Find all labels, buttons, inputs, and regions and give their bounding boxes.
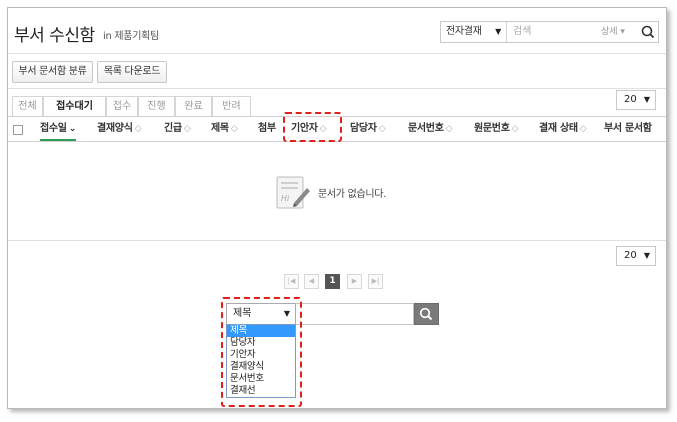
empty-message: 문서가 없습니다. [318,189,387,200]
search-icon [641,25,655,39]
page-size-value: 20 [624,250,637,261]
col-doc-number[interactable]: 문서번호 ◇ [408,117,453,141]
search-icon [419,307,433,321]
caret-down-icon: ▼ [643,95,650,104]
last-page-button[interactable]: ▶| [368,274,383,289]
tab-completed[interactable]: 완료 [175,96,212,116]
svg-text:Hi: Hi [281,194,290,203]
last-page-icon: ▶| [371,277,380,285]
page-size-select-bottom[interactable]: 20 ▼ [616,246,656,266]
tab-waiting[interactable]: 접수대기 [43,96,106,117]
sort-icon: ◇ [579,124,587,134]
highlight-drafter-column [283,112,342,142]
search-button[interactable] [638,22,658,42]
col-title[interactable]: 제목 ◇ [211,117,238,141]
top-search-box: 전자결재 ▼ 검색 상세 ▾ [440,21,659,43]
col-form[interactable]: 결재양식 ◇ [97,117,142,141]
sort-icon: ◇ [134,124,142,134]
next-page-button[interactable]: ▶ [347,274,362,289]
col-attachment: 첨부 [258,123,276,134]
bottom-search-button[interactable] [414,303,439,325]
select-all-checkbox[interactable] [13,125,23,135]
page-size-select-top[interactable]: 20 ▼ [616,90,656,110]
bottom-search-input[interactable] [296,303,414,325]
col-assignee[interactable]: 담당자 ◇ [350,117,386,141]
tab-in-progress[interactable]: 진행 [138,96,175,116]
tab-rejected[interactable]: 반려 [212,96,251,116]
col-received-date[interactable]: 접수일 ⌄ [40,117,76,141]
col-original-number[interactable]: 원문번호 ◇ [474,117,519,141]
search-input[interactable]: 검색 [513,22,583,42]
divider [8,88,666,89]
page-title: 부서 수신함 [14,26,95,46]
download-list-button[interactable]: 목록 다운로드 [97,61,167,83]
tab-all[interactable]: 전체 [12,96,43,116]
first-page-button[interactable]: |◀ [284,274,299,289]
page-number-current[interactable]: 1 [325,274,340,289]
caret-down-icon: ▼ [643,251,650,260]
sort-desc-icon: ⌄ [68,124,77,134]
search-type-select[interactable]: 전자결재 ▼ [441,22,507,42]
classify-button[interactable]: 부서 문서함 분류 [12,61,93,83]
detail-search-toggle[interactable]: 상세 ▾ [601,22,637,42]
page-size-value: 20 [624,94,637,105]
col-dept-folder: 부서 문서함 [604,123,652,134]
next-page-icon: ▶ [351,277,358,285]
col-approval-status[interactable]: 결재 상태 ◇ [539,117,587,141]
sort-icon: ◇ [445,124,453,134]
sort-icon: ◇ [378,124,386,134]
sort-icon: ◇ [183,124,191,134]
sort-icon: ◇ [230,124,238,134]
app-window: 부서 수신함 in 제품기획팀 전자결재 ▼ 검색 상세 ▾ 부서 문서함 분류… [7,7,667,409]
first-page-icon: |◀ [287,277,296,285]
divider [8,240,666,241]
highlight-search-dropdown [221,297,302,407]
prev-page-button[interactable]: ◀ [304,274,319,289]
search-type-value: 전자결재 [446,26,482,37]
caret-down-icon: ▼ [495,27,501,36]
page-subtitle: in 제품기획팀 [103,31,159,42]
tab-received[interactable]: 접수 [106,96,138,116]
divider [8,53,666,54]
col-urgent[interactable]: 긴급 ◇ [164,117,191,141]
empty-document-icon: Hi [276,176,312,214]
prev-page-icon: ◀ [308,277,315,285]
sort-icon: ◇ [511,124,519,134]
